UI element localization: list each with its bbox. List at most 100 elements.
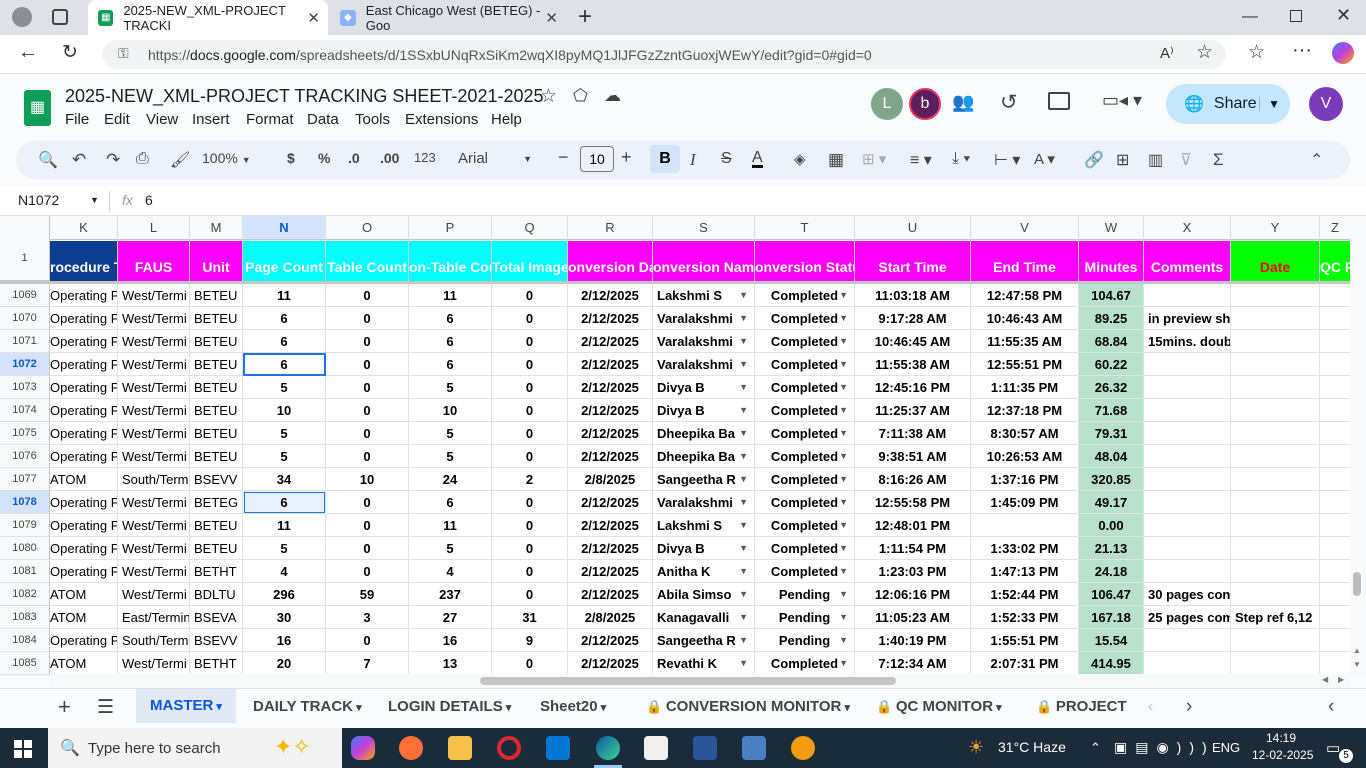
table-cell[interactable]: Varalakshmi ▼	[653, 330, 755, 353]
menu-view[interactable]: View	[146, 111, 178, 128]
language-indicator[interactable]: ENG	[1212, 740, 1240, 755]
table-cell[interactable]: BSEVV	[190, 468, 243, 491]
table-cell[interactable]: 0	[492, 376, 568, 399]
dropdown-chevron-icon[interactable]: ▼	[739, 399, 748, 421]
column-header-q[interactable]: Q	[492, 216, 568, 240]
table-cell[interactable]: South/Term	[118, 629, 190, 652]
table-cell[interactable]	[1144, 491, 1231, 514]
table-cell[interactable]: 0	[492, 491, 568, 514]
table-cell[interactable]: 0	[492, 330, 568, 353]
table-cell[interactable]: 320.85	[1079, 468, 1144, 491]
table-cell[interactable]: 2/12/2025	[568, 422, 653, 445]
percent-format-button[interactable]: %	[318, 150, 330, 166]
dropdown-chevron-icon[interactable]: ▼	[839, 468, 848, 490]
column-header-k[interactable]: K	[50, 216, 118, 240]
insert-comment-icon[interactable]: ⊞	[1116, 150, 1129, 170]
table-cell[interactable]: 2/12/2025	[568, 537, 653, 560]
table-cell[interactable]: Abila Simso ▼	[653, 583, 755, 606]
horizontal-scroll-thumb[interactable]	[480, 677, 896, 685]
column-header-n[interactable]: N	[243, 216, 326, 240]
table-cell[interactable]: Dheepika Ba ▼	[653, 422, 755, 445]
table-cell[interactable]: 6	[243, 491, 326, 514]
row-header[interactable]: 1075	[0, 422, 50, 445]
table-cell[interactable]: Sangeetha R ▼	[653, 629, 755, 652]
table-cell[interactable]	[1320, 560, 1351, 583]
table-cell[interactable]: Varalakshmi ▼	[653, 353, 755, 376]
table-cell[interactable]: BETEU	[190, 445, 243, 468]
table-cell[interactable]: 16	[409, 629, 492, 652]
sheets-logo-icon[interactable]: ▦	[24, 90, 51, 126]
table-cell[interactable]: Varalakshmi ▼	[653, 491, 755, 514]
table-cell[interactable]: Operating Pr	[50, 629, 118, 652]
menu-file[interactable]: File	[65, 111, 89, 128]
table-cell[interactable]: 9	[492, 629, 568, 652]
star-icon[interactable]: ☆	[540, 85, 557, 108]
table-cell[interactable]: 12:37:18 PM	[971, 399, 1079, 422]
table-cell[interactable]: Lakshmi S ▼	[653, 514, 755, 537]
table-cell[interactable]: 6	[243, 353, 326, 376]
vertical-scroll-thumb[interactable]	[1353, 572, 1361, 596]
tray-icons[interactable]: ▣▤◉)))	[1114, 739, 1215, 756]
table-cell[interactable]: 0	[326, 537, 409, 560]
table-cell[interactable]: 0	[326, 376, 409, 399]
table-cell[interactable]: West/Termi	[118, 445, 190, 468]
browser-tab-docs[interactable]: ◆ East Chicago West (BETEG) - Goo ✕	[330, 0, 566, 35]
table-cell[interactable]: BETEU	[190, 422, 243, 445]
dropdown-chevron-icon[interactable]: ▼	[739, 560, 748, 582]
share-button[interactable]: 🌐 Share ▼	[1166, 84, 1290, 124]
firefox-icon[interactable]	[399, 736, 423, 760]
table-cell[interactable]	[1231, 284, 1320, 307]
favorites-icon[interactable]: ☆	[1248, 41, 1265, 64]
table-cell[interactable]: Operating Pr	[50, 330, 118, 353]
sheet-tab-conversion-monitor[interactable]: 🔒 CONVERSION MONITOR ▾	[646, 698, 850, 715]
column-header-v[interactable]: V	[971, 216, 1079, 240]
table-cell[interactable]: West/Termi	[118, 652, 190, 675]
bold-button[interactable]: B	[650, 145, 680, 173]
table-cell[interactable]	[1320, 629, 1351, 652]
share-dropdown-icon[interactable]: ▼	[1259, 97, 1280, 111]
row-header[interactable]: 1074	[0, 399, 50, 422]
row-header[interactable]: 1085	[0, 652, 50, 675]
column-header-u[interactable]: U	[855, 216, 971, 240]
filter-icon[interactable]: ⊽	[1180, 150, 1192, 170]
table-cell[interactable]: 0	[326, 330, 409, 353]
table-cell[interactable]: 2/12/2025	[568, 514, 653, 537]
table-cell[interactable]: BETEU	[190, 376, 243, 399]
table-cell[interactable]: Operating Pr	[50, 491, 118, 514]
dropdown-chevron-icon[interactable]: ▼	[739, 606, 748, 628]
table-cell[interactable]: Dheepika Ba ▼	[653, 445, 755, 468]
table-cell[interactable]: 25 pages com	[1144, 606, 1231, 629]
table-cell[interactable]: 11:05:23 AM	[855, 606, 971, 629]
table-cell[interactable]: 10	[243, 399, 326, 422]
table-cell[interactable]: in preview sh	[1144, 307, 1231, 330]
table-cell[interactable]: Completed ▼	[755, 537, 855, 560]
scroll-up-icon[interactable]: ▲	[1353, 646, 1361, 655]
table-cell[interactable]: 48.04	[1079, 445, 1144, 468]
table-cell[interactable]: Completed ▼	[755, 284, 855, 307]
table-cell[interactable]: ATOM	[50, 583, 118, 606]
table-cell[interactable]: 5	[243, 422, 326, 445]
table-cell[interactable]: Completed ▼	[755, 330, 855, 353]
column-header-l[interactable]: L	[118, 216, 190, 240]
remote-desktop-icon[interactable]	[742, 736, 766, 760]
table-cell[interactable]: 12:55:51 PM	[971, 353, 1079, 376]
dropdown-chevron-icon[interactable]: ▼	[739, 491, 748, 513]
row-header[interactable]: 1073	[0, 376, 50, 399]
table-cell[interactable]: 89.25	[1079, 307, 1144, 330]
table-cell[interactable]: 2/12/2025	[568, 629, 653, 652]
table-cell[interactable]: BSEVV	[190, 629, 243, 652]
table-cell[interactable]: West/Termi	[118, 330, 190, 353]
table-cell[interactable]: 0	[492, 583, 568, 606]
dropdown-chevron-icon[interactable]: ▼	[739, 353, 748, 375]
row-header[interactable]: 1079	[0, 514, 50, 537]
table-cell[interactable]	[1144, 445, 1231, 468]
row-header[interactable]: 1080	[0, 537, 50, 560]
table-cell[interactable]: 2/12/2025	[568, 353, 653, 376]
header-cell[interactable]: Minutes	[1079, 241, 1144, 281]
table-cell[interactable]	[1320, 353, 1351, 376]
paint-format-icon[interactable]: 🖌	[170, 150, 190, 170]
table-cell[interactable]: Pending ▼	[755, 629, 855, 652]
taskbar-search-input[interactable]: 🔍 Type here to search ✦✧	[48, 728, 342, 768]
table-cell[interactable]: Operating Pr	[50, 376, 118, 399]
table-cell[interactable]: West/Termi	[118, 583, 190, 606]
